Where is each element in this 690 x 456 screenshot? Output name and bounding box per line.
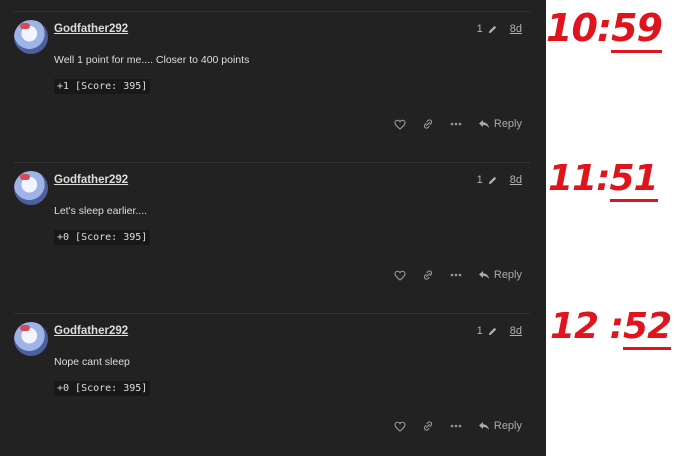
post-body: Let's sleep earlier.... xyxy=(54,205,148,217)
link-icon[interactable] xyxy=(422,270,434,280)
divider xyxy=(14,162,530,163)
post-meta: 1 8d xyxy=(477,174,522,186)
ellipsis-icon[interactable] xyxy=(450,122,462,126)
edit-count[interactable]: 1 xyxy=(477,23,483,35)
post-actions: Reply xyxy=(394,269,522,281)
annotation-time: 10:59 xyxy=(546,6,663,53)
username-link[interactable]: Godfather292 xyxy=(54,174,128,186)
heart-icon[interactable] xyxy=(394,270,406,281)
reply-arrow-icon xyxy=(478,422,489,430)
post-body: Well 1 point for me.... Closer to 400 po… xyxy=(54,54,250,66)
score-code: +1 [Score: 395] xyxy=(54,79,151,94)
pencil-icon[interactable] xyxy=(487,326,498,337)
reply-button[interactable]: Reply xyxy=(478,420,522,432)
avatar[interactable] xyxy=(14,322,48,356)
post-actions: Reply xyxy=(394,420,522,432)
avatar[interactable] xyxy=(14,171,48,205)
ellipsis-icon[interactable] xyxy=(450,273,462,277)
username-link[interactable]: Godfather292 xyxy=(54,23,128,35)
post: Godfather292 1 8d Nope cant sleep +0 [Sc… xyxy=(0,302,546,453)
reply-label: Reply xyxy=(493,118,522,130)
annotation-hours: 12 : xyxy=(550,306,624,347)
annotation-minutes: 59 xyxy=(611,6,663,53)
post-meta: 1 8d xyxy=(477,325,522,337)
avatar[interactable] xyxy=(14,20,48,54)
reply-arrow-icon xyxy=(478,120,489,128)
annotation-minutes: 51 xyxy=(609,158,659,202)
post-meta: 1 8d xyxy=(477,23,522,35)
divider xyxy=(14,313,530,314)
topic-stream: Godfather292 1 8d Well 1 point for me...… xyxy=(0,0,546,456)
post-age-link[interactable]: 8d xyxy=(510,174,522,186)
reply-label: Reply xyxy=(493,420,522,432)
heart-icon[interactable] xyxy=(394,119,406,130)
link-icon[interactable] xyxy=(422,421,434,431)
annotation-time: 11:51 xyxy=(548,158,659,202)
edit-count[interactable]: 1 xyxy=(477,325,483,337)
post: Godfather292 1 8d Let's sleep earlier...… xyxy=(0,151,546,302)
post-actions: Reply xyxy=(394,118,522,130)
post: Godfather292 1 8d Well 1 point for me...… xyxy=(0,0,546,151)
score-code: +0 [Score: 395] xyxy=(54,230,151,245)
annotation-time: 12 :52 xyxy=(550,306,672,350)
ellipsis-icon[interactable] xyxy=(450,424,462,428)
pencil-icon[interactable] xyxy=(487,24,498,35)
link-icon[interactable] xyxy=(422,119,434,129)
divider xyxy=(14,11,530,12)
post-age-link[interactable]: 8d xyxy=(510,23,522,35)
annotation-minutes: 52 xyxy=(623,306,672,350)
post-body: Nope cant sleep xyxy=(54,356,130,368)
username-link[interactable]: Godfather292 xyxy=(54,325,128,337)
reply-arrow-icon xyxy=(478,271,489,279)
edit-count[interactable]: 1 xyxy=(477,174,483,186)
heart-icon[interactable] xyxy=(394,421,406,432)
pencil-icon[interactable] xyxy=(487,175,498,186)
reply-button[interactable]: Reply xyxy=(478,269,522,281)
annotation-hours: 10: xyxy=(546,6,612,50)
annotation-hours: 11: xyxy=(548,158,610,199)
reply-button[interactable]: Reply xyxy=(478,118,522,130)
post-age-link[interactable]: 8d xyxy=(510,325,522,337)
score-code: +0 [Score: 395] xyxy=(54,381,151,396)
reply-label: Reply xyxy=(493,269,522,281)
